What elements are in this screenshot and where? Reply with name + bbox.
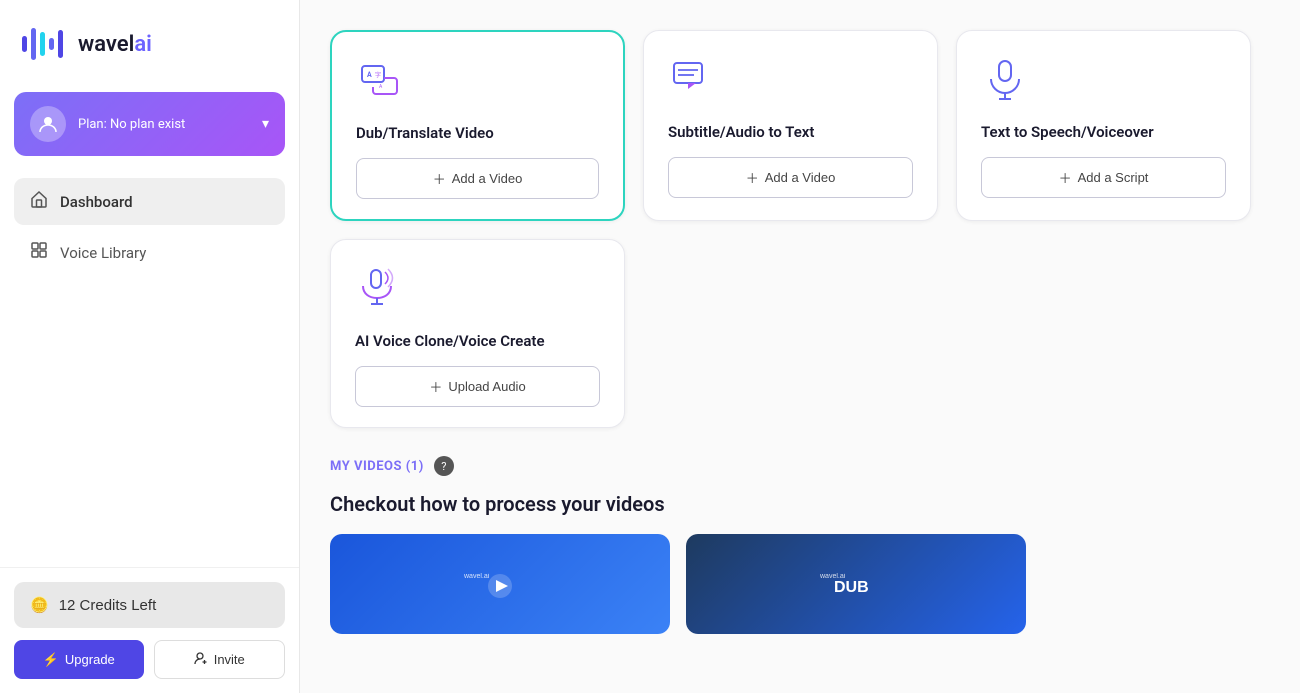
sidebar: wavelai Plan: No plan exist ▾ Dashboard <box>0 0 300 693</box>
user-plan-card[interactable]: Plan: No plan exist ▾ <box>14 92 285 156</box>
plus-icon: ＋ <box>429 377 442 396</box>
thumb2-content: wavel.ai DUB <box>816 564 896 604</box>
subtitle-audio-icon <box>668 55 716 103</box>
wavel-logo-icon <box>20 24 70 64</box>
tts-add-script-button[interactable]: ＋ Add a Script <box>981 157 1226 198</box>
credits-button[interactable]: 🪙 12 Credits Left <box>14 582 285 628</box>
svg-text:DUB: DUB <box>834 579 869 596</box>
sidebar-item-dashboard[interactable]: Dashboard <box>14 178 285 225</box>
plan-label: Plan: No plan exist <box>78 117 250 132</box>
card-dub-translate: A 字 A Dub/Translate Video ＋ Add a Video <box>330 30 625 221</box>
chevron-down-icon: ▾ <box>262 116 269 132</box>
dub-translate-icon: A 字 A <box>356 56 404 104</box>
avatar <box>30 106 66 142</box>
video-thumbnail-2[interactable]: wavel.ai DUB <box>686 534 1026 634</box>
video-thumbnails: wavel.ai wavel.ai DUB <box>330 534 1270 634</box>
ai-voice-clone-title: AI Voice Clone/Voice Create <box>355 332 600 350</box>
logo-text: wavelai <box>78 32 152 57</box>
sidebar-bottom: 🪙 12 Credits Left ⚡ Upgrade Invite <box>0 567 299 693</box>
subtitle-audio-title: Subtitle/Audio to Text <box>668 123 913 141</box>
sidebar-item-voice-library[interactable]: Voice Library <box>14 229 285 276</box>
coin-icon: 🪙 <box>30 596 49 614</box>
ai-voice-clone-icon <box>355 264 403 312</box>
thumb1-content: wavel.ai <box>460 564 540 604</box>
dashboard-label: Dashboard <box>60 193 133 211</box>
upgrade-button[interactable]: ⚡ Upgrade <box>14 640 144 679</box>
logo-area: wavelai <box>0 0 299 84</box>
voice-library-label: Voice Library <box>60 244 146 262</box>
person-plus-icon <box>194 651 208 668</box>
logo-text-suffix: ai <box>134 32 152 57</box>
svg-text:wavel.ai: wavel.ai <box>463 573 490 580</box>
my-videos-title: MY VIDEOS (1) <box>330 459 424 474</box>
dub-translate-add-video-button[interactable]: ＋ Add a Video <box>356 158 599 199</box>
main-content: A 字 A Dub/Translate Video ＋ Add a Video … <box>300 0 1300 693</box>
video-thumbnail-1[interactable]: wavel.ai <box>330 534 670 634</box>
text-to-speech-icon <box>981 55 1029 103</box>
feature-cards-row1: A 字 A Dub/Translate Video ＋ Add a Video … <box>330 30 1270 221</box>
plus-icon: ＋ <box>1059 168 1072 187</box>
card-subtitle-audio: Subtitle/Audio to Text ＋ Add a Video <box>643 30 938 221</box>
my-videos-header: MY VIDEOS (1) ? <box>330 456 1270 476</box>
plus-icon: ＋ <box>433 169 446 188</box>
plus-icon: ＋ <box>746 168 759 187</box>
invite-button[interactable]: Invite <box>154 640 286 679</box>
grid-icon <box>30 241 48 264</box>
subtitle-add-video-button[interactable]: ＋ Add a Video <box>668 157 913 198</box>
checkout-text: Checkout how to process your videos <box>330 492 1270 516</box>
upload-audio-button[interactable]: ＋ Upload Audio <box>355 366 600 407</box>
help-icon[interactable]: ? <box>434 456 454 476</box>
svg-text:A: A <box>379 84 383 90</box>
card-ai-voice-clone: AI Voice Clone/Voice Create ＋ Upload Aud… <box>330 239 625 428</box>
home-icon <box>30 190 48 213</box>
tts-title: Text to Speech/Voiceover <box>981 123 1226 141</box>
feature-cards-row2: AI Voice Clone/Voice Create ＋ Upload Aud… <box>330 239 1270 428</box>
logo: wavelai <box>20 24 279 64</box>
svg-text:字: 字 <box>375 71 381 79</box>
action-buttons: ⚡ Upgrade Invite <box>14 640 285 679</box>
credits-label: 12 Credits Left <box>59 597 157 614</box>
nav-menu: Dashboard Voice Library <box>0 170 299 567</box>
svg-text:A: A <box>367 71 372 79</box>
card-text-to-speech: Text to Speech/Voiceover ＋ Add a Script <box>956 30 1251 221</box>
lightning-icon: ⚡ <box>43 652 59 668</box>
dub-translate-title: Dub/Translate Video <box>356 124 599 142</box>
